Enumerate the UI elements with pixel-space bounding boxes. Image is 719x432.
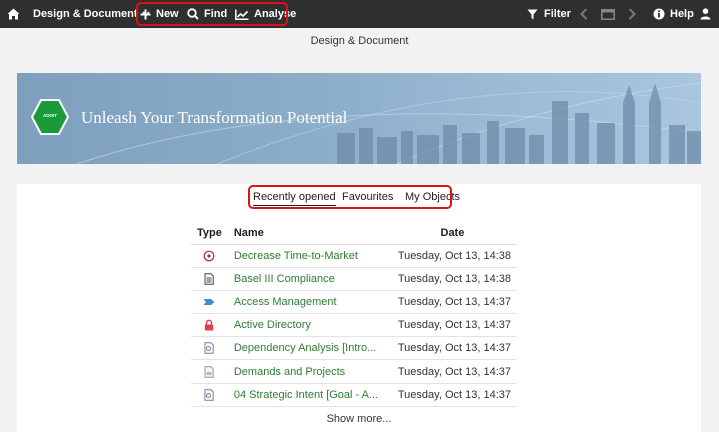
diagram-icon (204, 342, 215, 355)
filter-label: Filter (544, 8, 571, 20)
tab-bar: Recently opened Favourites My Objects (17, 184, 701, 210)
filter-button[interactable]: Filter (527, 0, 571, 28)
user-button[interactable] (700, 0, 711, 28)
forward-button[interactable] (628, 0, 636, 28)
row-date: Tuesday, Oct 13, 14:37 (387, 336, 517, 361)
window-icon (601, 8, 615, 20)
chevron-process-icon (203, 299, 215, 306)
row-name-link[interactable]: 04 Strategic Intent [Goal - A... (234, 389, 378, 401)
back-button[interactable] (580, 0, 588, 28)
folder-icon (204, 365, 215, 378)
row-name-link[interactable]: Decrease Time-to-Market (234, 250, 358, 262)
lock-icon (205, 319, 214, 331)
chevron-right-icon (628, 8, 636, 20)
row-date: Tuesday, Oct 13, 14:37 (387, 290, 517, 315)
workspace-dropdown[interactable]: Design & Document (33, 0, 150, 28)
row-date: Tuesday, Oct 13, 14:37 (387, 359, 517, 384)
hero-banner: ADOIT Unleash Your Transformation Potent… (17, 73, 701, 164)
table-row[interactable]: Dependency Analysis [Intro... Tuesday, O… (191, 336, 517, 361)
page-title: Design & Document (310, 35, 409, 47)
row-name-link[interactable]: Basel III Compliance (234, 273, 335, 285)
recent-items-card: Recently opened Favourites My Objects Ty… (17, 184, 701, 432)
window-button[interactable] (601, 0, 615, 28)
table-row[interactable]: Access Management Tuesday, Oct 13, 14:37 (191, 290, 517, 315)
table-row[interactable]: 04 Strategic Intent [Goal - A... Tuesday… (191, 383, 517, 407)
column-header-date: Date (387, 223, 517, 245)
table-header-row: Type Name Date (191, 223, 517, 245)
workspace-label: Design & Document (33, 8, 138, 20)
home-icon (7, 8, 20, 20)
help-label: Help (670, 8, 694, 20)
show-more-link[interactable]: Show more... (17, 413, 701, 425)
row-name-link[interactable]: Active Directory (234, 319, 311, 331)
logo-text: ADOIT (43, 113, 57, 118)
help-button[interactable]: Help (653, 0, 694, 28)
filter-icon (527, 9, 538, 19)
row-date: Tuesday, Oct 13, 14:37 (387, 383, 517, 407)
highlight-frame (136, 2, 288, 26)
top-toolbar: Design & Document New Find Analyse Filte… (0, 0, 719, 28)
user-icon (700, 8, 711, 20)
row-date: Tuesday, Oct 13, 14:38 (387, 244, 517, 268)
diagram-icon (204, 389, 215, 401)
row-name-link[interactable]: Dependency Analysis [Intro... (234, 342, 376, 354)
row-date: Tuesday, Oct 13, 14:37 (387, 313, 517, 338)
row-name-link[interactable]: Demands and Projects (234, 366, 345, 378)
column-header-type: Type (191, 223, 228, 245)
highlight-frame (248, 185, 452, 209)
document-icon (204, 273, 215, 285)
row-date: Tuesday, Oct 13, 14:38 (387, 267, 517, 291)
table-row[interactable]: Demands and Projects Tuesday, Oct 13, 14… (191, 359, 517, 384)
table-row[interactable]: Basel III Compliance Tuesday, Oct 13, 14… (191, 267, 517, 291)
table-row[interactable]: Active Directory Tuesday, Oct 13, 14:37 (191, 313, 517, 338)
target-icon (204, 250, 215, 262)
column-header-name: Name (227, 223, 388, 245)
chevron-left-icon (580, 8, 588, 20)
banner-title: Unleash Your Transformation Potential (81, 108, 348, 127)
info-icon (653, 8, 665, 20)
recent-items-table: Type Name Date Decrease Time-to-Market T… (191, 223, 517, 407)
home-button[interactable] (7, 0, 20, 28)
table-row[interactable]: Decrease Time-to-Market Tuesday, Oct 13,… (191, 244, 517, 268)
row-name-link[interactable]: Access Management (234, 296, 337, 308)
